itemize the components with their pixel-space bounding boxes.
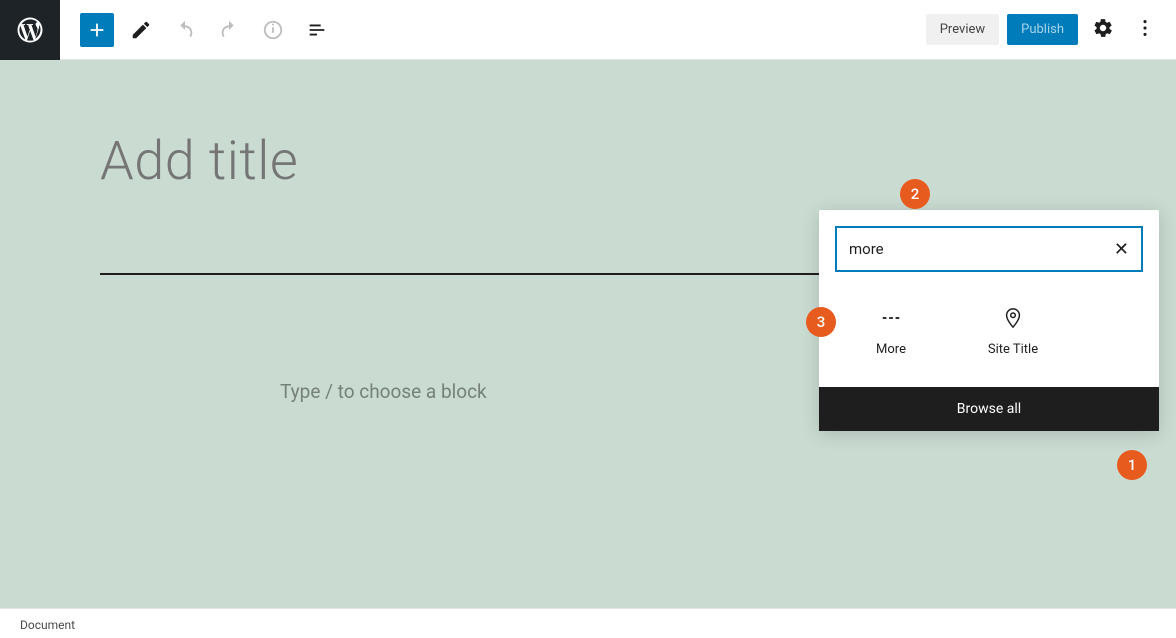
preview-button[interactable]: Preview (926, 14, 999, 45)
toolbar-left-group (60, 13, 334, 47)
title-divider (100, 273, 820, 275)
inserter-search-area: ✕ (819, 210, 1159, 288)
post-title-input[interactable] (100, 130, 820, 193)
pin-icon (1001, 306, 1025, 330)
block-result-label: More (876, 342, 906, 357)
settings-button[interactable] (1086, 13, 1120, 47)
toolbar-right-group: Preview Publish (926, 13, 1176, 47)
more-block-icon (879, 306, 903, 330)
clear-search-button[interactable]: ✕ (1114, 239, 1129, 260)
gear-icon (1092, 17, 1114, 43)
outline-button[interactable] (300, 13, 334, 47)
block-result-label: Site Title (988, 342, 1038, 357)
undo-button[interactable] (168, 13, 202, 47)
annotation-marker-2: 2 (900, 179, 930, 209)
info-button[interactable] (256, 13, 290, 47)
kebab-icon (1134, 17, 1156, 43)
footer-tab-document[interactable]: Document (20, 618, 75, 632)
add-block-button[interactable] (80, 13, 114, 47)
annotation-marker-1: 1 (1117, 450, 1147, 480)
wordpress-logo[interactable] (0, 0, 60, 60)
more-options-button[interactable] (1128, 13, 1162, 47)
empty-block-row[interactable]: Type / to choose a block (100, 380, 820, 403)
inserter-search-input[interactable] (849, 240, 1114, 258)
editor-canvas: Type / to choose a block ✕ More (0, 60, 1176, 610)
inserter-results: More Site Title (819, 288, 1159, 387)
annotation-marker-3: 3 (806, 307, 836, 337)
edit-mode-button[interactable] (124, 13, 158, 47)
title-area: Type / to choose a block (100, 130, 820, 403)
block-inserter-popover: ✕ More Site Title Browse all (819, 210, 1159, 431)
editor-footer: Document (0, 608, 1176, 638)
block-placeholder-text: Type / to choose a block (280, 380, 487, 403)
publish-button[interactable]: Publish (1007, 14, 1078, 45)
inserter-search-wrap: ✕ (835, 226, 1143, 272)
browse-all-button[interactable]: Browse all (819, 387, 1159, 431)
redo-button[interactable] (212, 13, 246, 47)
close-icon: ✕ (1114, 239, 1129, 260)
block-result-site-title[interactable]: Site Title (963, 298, 1063, 365)
block-result-more[interactable]: More (841, 298, 941, 365)
top-toolbar: Preview Publish (0, 0, 1176, 60)
